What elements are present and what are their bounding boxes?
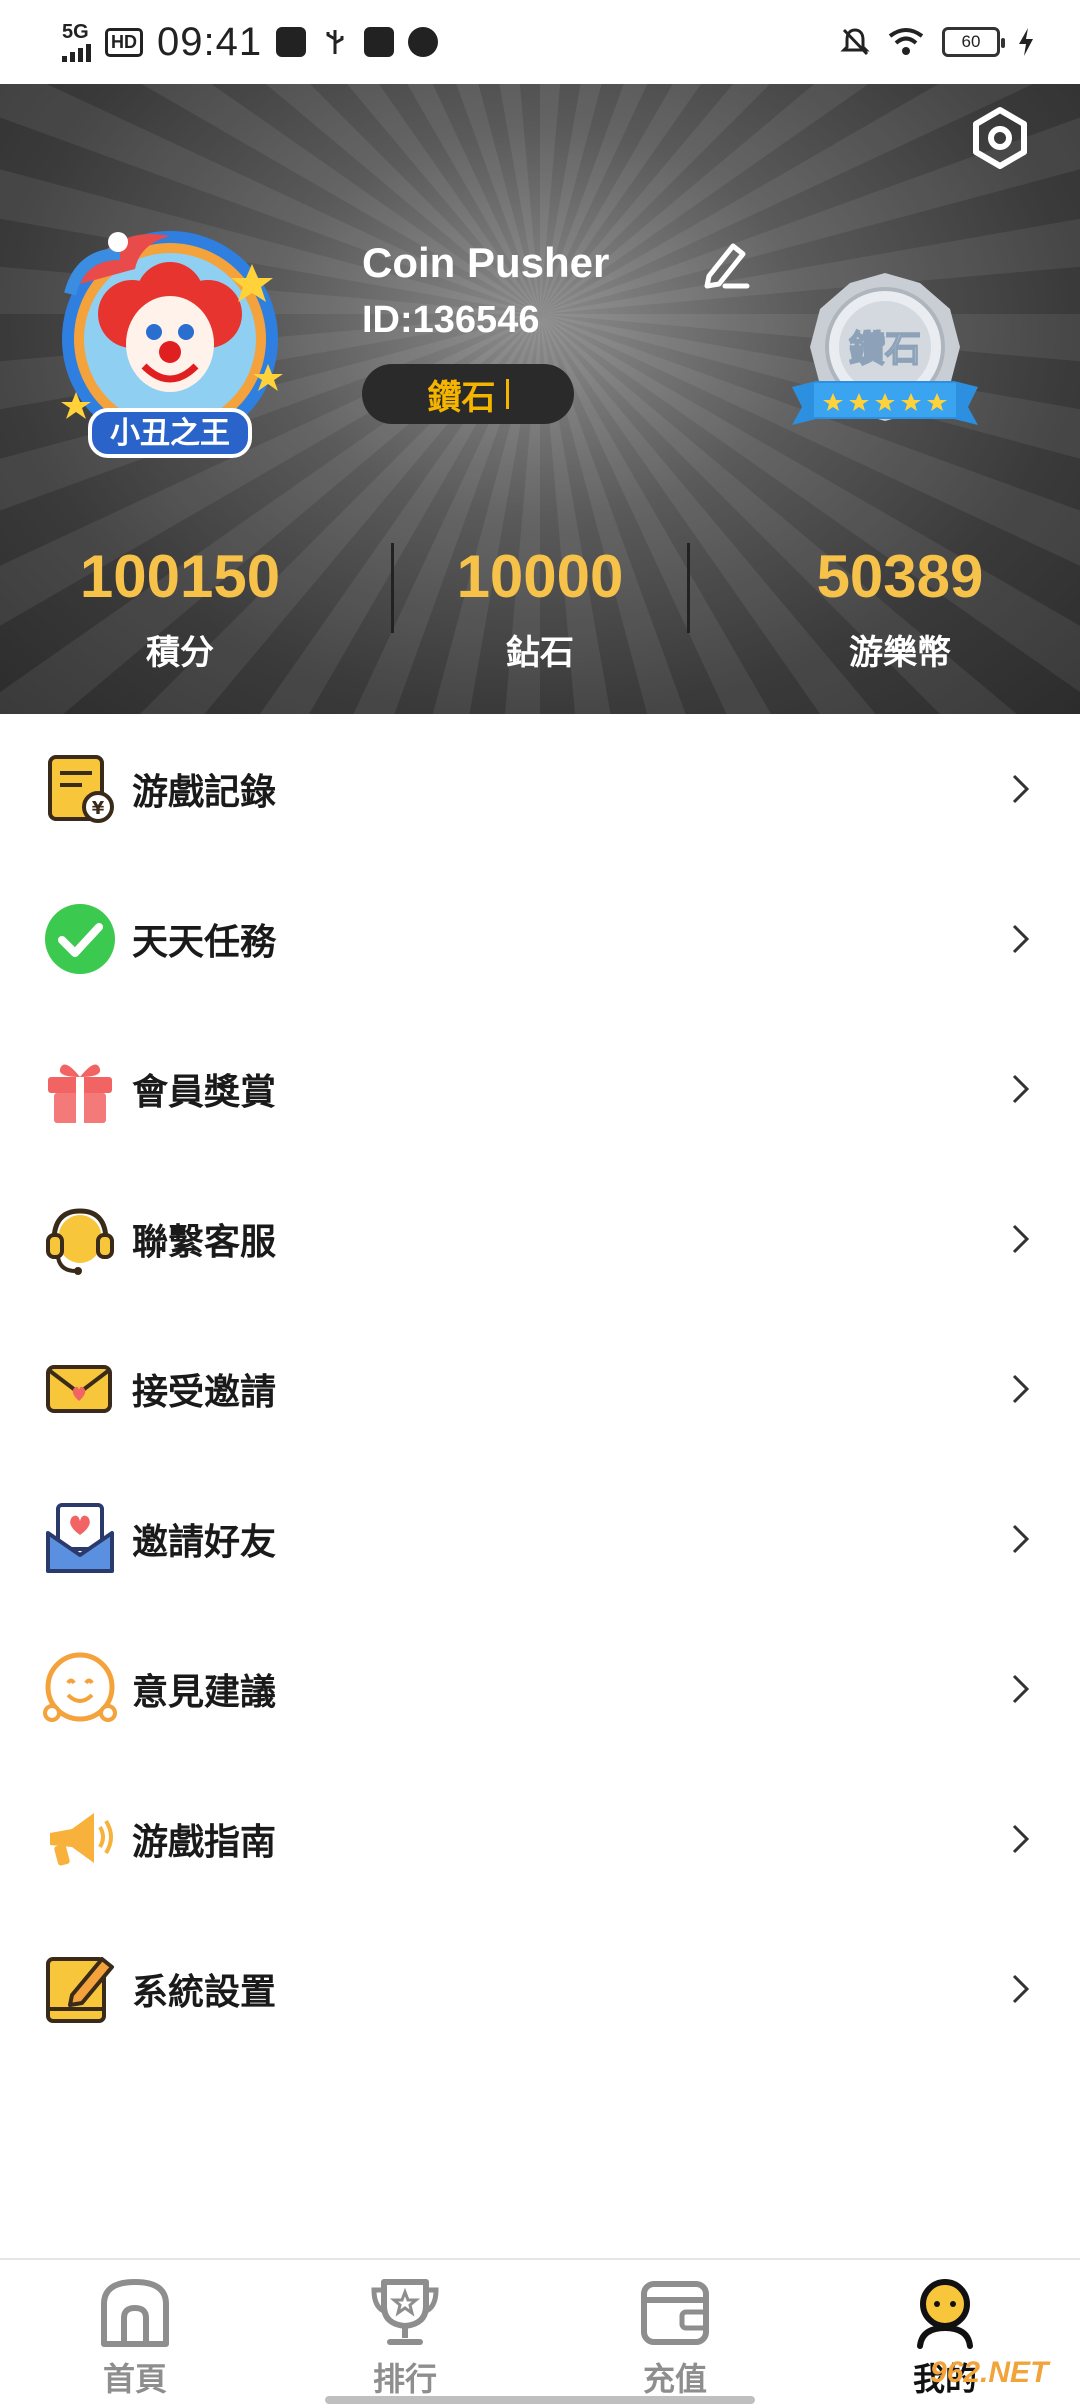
user-name: Coin Pusher <box>362 239 610 286</box>
chat-notification-icon <box>408 27 439 57</box>
avatar-title: 小丑之王 <box>110 416 230 451</box>
nav-label: 首頁 <box>102 2361 167 2397</box>
mute-bell-icon <box>840 28 870 56</box>
stat-value: 50389 <box>816 543 984 610</box>
stat-label: 鉆石 <box>506 634 574 672</box>
charging-icon <box>1019 28 1033 56</box>
stat-value: 100150 <box>79 543 281 610</box>
stat-label: 積分 <box>146 634 214 672</box>
chevron-right-icon <box>1012 1224 1030 1254</box>
hd-icon: HD <box>105 27 143 57</box>
edit-icon[interactable] <box>695 234 757 296</box>
menu-label: 會員獎賞 <box>132 1071 277 1112</box>
badge-text: 鑽石 <box>849 329 921 370</box>
wifi-icon <box>888 28 924 55</box>
megaphone-icon <box>50 1813 113 1866</box>
smiley-icon <box>43 1652 117 1722</box>
stat-divider <box>391 543 394 633</box>
mail-notification-icon <box>364 27 395 57</box>
usb-icon <box>320 27 350 57</box>
vpn-icon <box>276 27 307 57</box>
menu-item-system-settings[interactable]: 系統設置 <box>0 1914 1080 2064</box>
gift-icon <box>48 1064 112 1123</box>
watermark-logo: 962.NET <box>930 2356 1049 2389</box>
stat-points[interactable]: 100150 積分 <box>0 539 360 714</box>
wallet-icon <box>641 2281 709 2345</box>
nav-ranking[interactable]: 排行 <box>270 2260 540 2408</box>
chevron-right-icon <box>1012 1824 1030 1854</box>
level-divider <box>505 379 509 409</box>
user-id: ID:136546 <box>362 299 540 341</box>
profile-icon <box>917 2279 973 2349</box>
status-left: 5G HD 09:41 <box>62 19 439 65</box>
menu-item-game-guide[interactable]: 游戲指南 <box>0 1764 1080 1914</box>
nav-recharge[interactable]: 充值 <box>540 2260 810 2408</box>
chevron-right-icon <box>1012 924 1030 954</box>
menu-item-member-rewards[interactable]: 會員獎賞 <box>0 1014 1080 1164</box>
signal-icon <box>62 42 91 62</box>
trophy-icon <box>371 2279 439 2345</box>
stats-row: 100150 積分 10000 鉆石 50389 游樂幣 <box>0 539 1080 714</box>
network-indicator: 5G <box>62 22 91 62</box>
menu-list: ¥ 游戲記錄 天天任務 會員獎賞 聯繫客服 接受邀請 邀請好友 意見建議 游戲指… <box>0 714 1080 2064</box>
menu-item-feedback[interactable]: 意見建議 <box>0 1614 1080 1764</box>
chevron-right-icon <box>1012 1674 1030 1704</box>
menu-label: 邀請好友 <box>132 1521 277 1562</box>
chevron-right-icon <box>1012 774 1030 804</box>
nav-label: 排行 <box>372 2361 437 2397</box>
menu-item-game-record[interactable]: ¥ 游戲記錄 <box>0 714 1080 864</box>
menu-label: 接受邀請 <box>132 1371 277 1412</box>
menu-label: 游戲指南 <box>132 1821 277 1862</box>
stat-label: 游樂幣 <box>849 634 951 672</box>
menu-item-invite-friends[interactable]: 邀請好友 <box>0 1464 1080 1614</box>
settings-icon[interactable] <box>964 102 1036 174</box>
chevron-right-icon <box>1012 1074 1030 1104</box>
chevron-right-icon <box>1012 1374 1030 1404</box>
menu-label: 系統設置 <box>132 1971 277 2012</box>
menu-item-daily-tasks[interactable]: 天天任務 <box>0 864 1080 1014</box>
game-record-icon: ¥ <box>48 755 114 823</box>
menu-label: 聯繫客服 <box>132 1221 277 1262</box>
checkmark-icon <box>45 904 115 974</box>
stat-divider <box>687 543 690 633</box>
menu-label: 游戲記錄 <box>132 771 277 812</box>
menu-item-customer-service[interactable]: 聯繫客服 <box>0 1164 1080 1314</box>
avatar[interactable]: 小丑之王 <box>40 214 300 474</box>
chevron-right-icon <box>1012 1974 1030 2004</box>
stat-coins[interactable]: 50389 游樂幣 <box>720 539 1080 714</box>
nav-label: 充值 <box>642 2361 707 2397</box>
profile-header: 小丑之王 Coin Pusher ID:136546 鑽石 鑽石 100150 … <box>0 84 1080 714</box>
bottom-nav: 首頁 排行 充值 我的 <box>0 2258 1080 2408</box>
home-indicator[interactable] <box>325 2396 755 2404</box>
stat-diamonds[interactable]: 10000 鉆石 <box>360 539 720 714</box>
envelope-icon <box>46 1365 112 1413</box>
status-bar: 5G HD 09:41 60 <box>0 0 1080 84</box>
status-right: 60 <box>840 26 1036 58</box>
menu-label: 意見建議 <box>132 1671 277 1712</box>
level-label: 鑽石 <box>427 378 496 417</box>
chevron-right-icon <box>1012 1524 1030 1554</box>
stat-value: 10000 <box>456 543 624 610</box>
clock: 09:41 <box>157 19 263 64</box>
svg-text:¥: ¥ <box>92 798 105 819</box>
nav-home[interactable]: 首頁 <box>0 2260 270 2408</box>
notepad-icon <box>46 1957 114 2023</box>
menu-label: 天天任務 <box>132 921 277 962</box>
heart-mail-icon <box>46 1503 114 1573</box>
headset-icon <box>46 1208 114 1275</box>
home-icon <box>101 2279 169 2347</box>
battery-icon: 60 <box>942 27 1005 57</box>
menu-item-accept-invite[interactable]: 接受邀請 <box>0 1314 1080 1464</box>
level-pill[interactable]: 鑽石 <box>362 364 574 424</box>
battery-level: 60 <box>961 32 981 51</box>
network-type: 5G <box>62 21 89 43</box>
diamond-rank-badge[interactable]: 鑽石 <box>790 269 980 439</box>
